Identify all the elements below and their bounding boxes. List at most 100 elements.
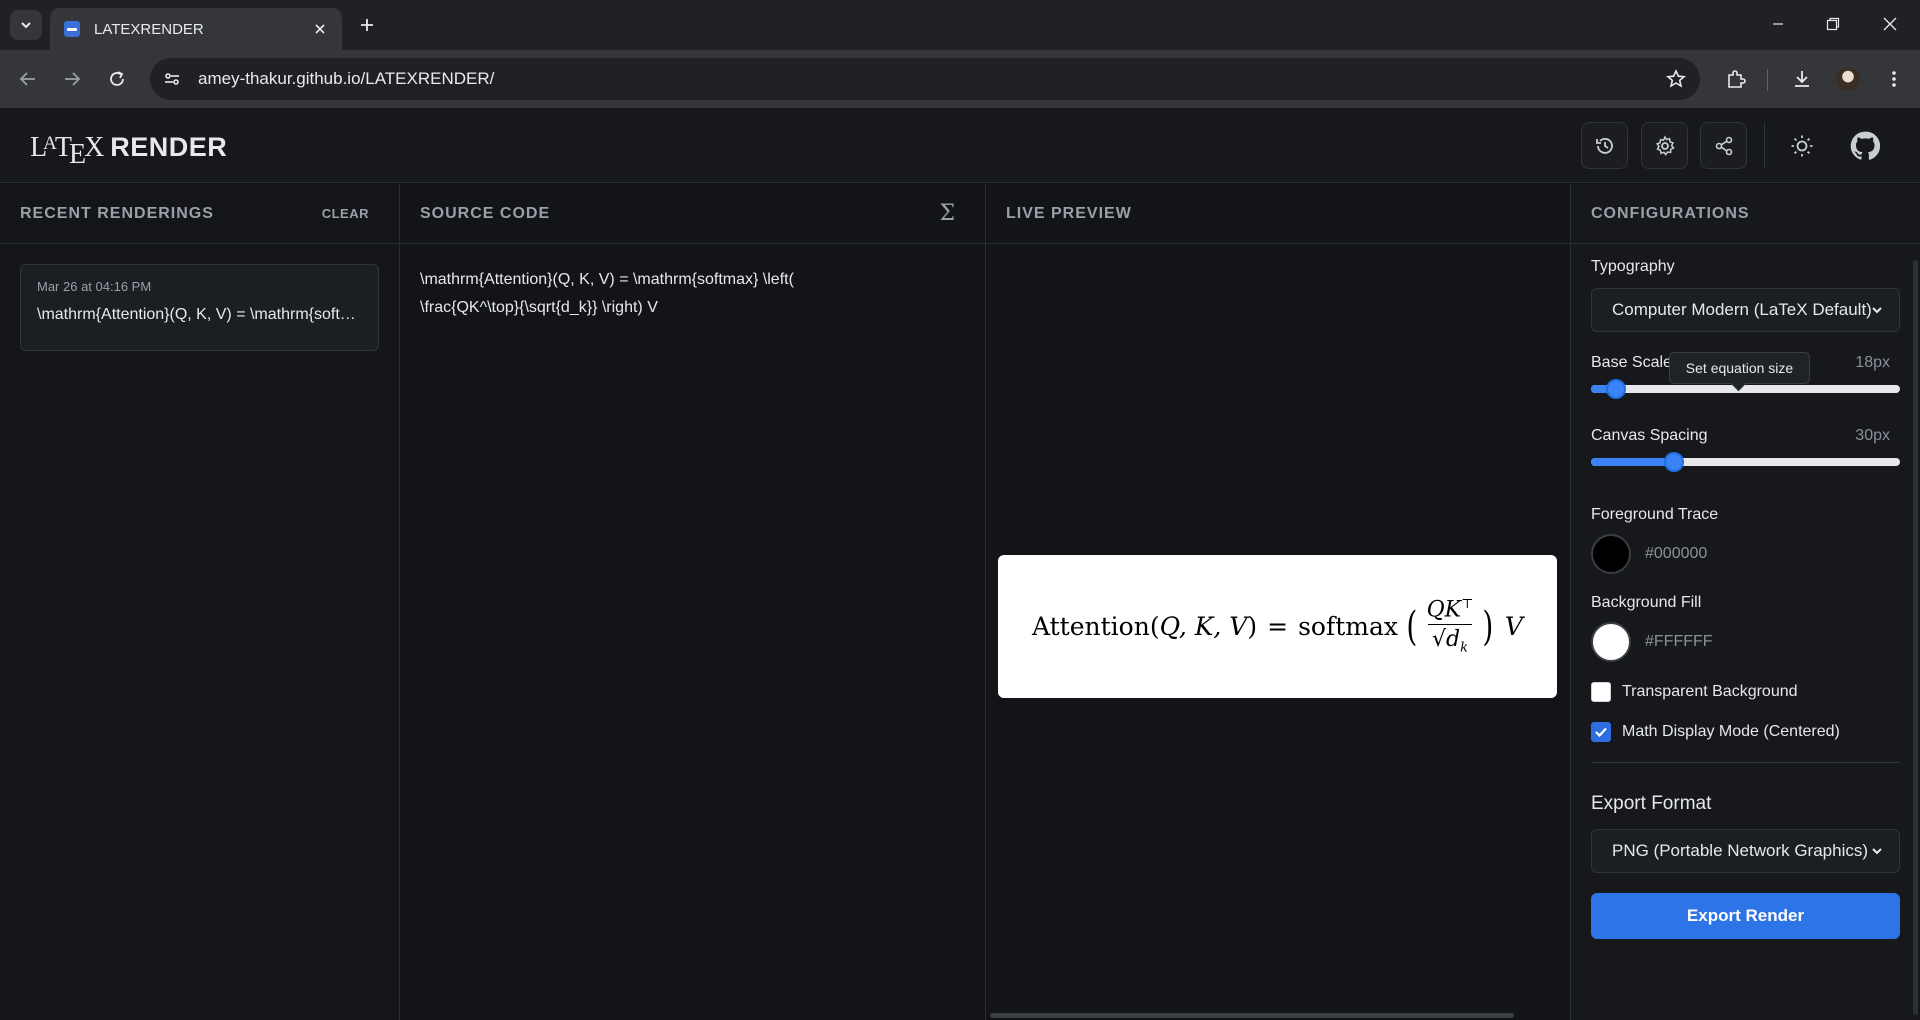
sun-icon xyxy=(1791,135,1812,156)
address-bar[interactable]: amey-thakur.github.io/LATEXRENDER/ xyxy=(150,58,1700,100)
avatar xyxy=(1836,67,1860,91)
tab-search-button[interactable] xyxy=(10,10,42,40)
eq-den-text: d xyxy=(1445,627,1461,653)
app-logo[interactable]: L A T E X RENDER xyxy=(30,132,228,170)
recent-render-item[interactable]: Mar 26 at 04:16 PM \mathrm{Attention}(Q,… xyxy=(20,264,379,351)
chevron-down-icon xyxy=(1872,307,1882,314)
preview-scrollbar[interactable] xyxy=(990,1013,1514,1018)
arrow-right-icon xyxy=(65,72,81,86)
downloads-button[interactable] xyxy=(1786,63,1818,95)
eq-equals: = xyxy=(1267,612,1289,641)
display-mode-checkbox[interactable] xyxy=(1591,722,1611,742)
preview-panel-title: LIVE PREVIEW xyxy=(1006,204,1132,222)
browser-menu-button[interactable] xyxy=(1878,63,1910,95)
reload-icon xyxy=(110,71,124,86)
toolbar-divider xyxy=(1767,69,1768,91)
history-button[interactable] xyxy=(1581,122,1628,169)
transparent-bg-checkbox[interactable] xyxy=(1591,682,1611,702)
new-tab-button[interactable] xyxy=(353,11,381,39)
theme-toggle-button[interactable] xyxy=(1778,122,1825,169)
foreground-hex[interactable]: #000000 xyxy=(1645,545,1707,563)
preview-panel-header: LIVE PREVIEW xyxy=(986,184,1570,244)
close-icon xyxy=(1883,17,1897,31)
base-scale-slider[interactable] xyxy=(1591,379,1900,399)
eq-rparen: ) xyxy=(1247,612,1258,641)
reload-button[interactable] xyxy=(101,63,133,95)
github-link[interactable] xyxy=(1841,122,1888,169)
canvas-spacing-thumb[interactable] xyxy=(1664,452,1685,472)
canvas-spacing-value: 30px xyxy=(1855,427,1890,444)
restore-button[interactable] xyxy=(1811,8,1855,40)
typography-label: Typography xyxy=(1591,258,1675,275)
checkmark-icon xyxy=(1595,727,1607,738)
profile-button[interactable] xyxy=(1832,63,1864,95)
tab-close-icon[interactable] xyxy=(310,19,330,39)
eq-num-text: QK xyxy=(1426,597,1462,623)
eq-den-sub: k xyxy=(1460,640,1468,656)
config-divider xyxy=(1591,762,1900,763)
background-color-swatch[interactable] xyxy=(1591,622,1631,662)
clear-history-button[interactable]: CLEAR xyxy=(322,206,369,221)
export-format-title: Export Format xyxy=(1591,793,1712,814)
site-settings-icon[interactable] xyxy=(156,63,188,95)
export-format-select[interactable]: PNG (Portable Network Graphics) xyxy=(1591,829,1900,873)
foreground-color-swatch[interactable] xyxy=(1591,534,1631,574)
configurations-panel: CONFIGURATIONS Typography Computer Moder… xyxy=(1571,184,1920,1020)
recent-panel-header: RECENT RENDERINGS CLEAR xyxy=(0,184,399,244)
recent-render-date: Mar 26 at 04:16 PM xyxy=(37,279,152,294)
url-text: amey-thakur.github.io/LATEXRENDER/ xyxy=(198,69,495,88)
bookmark-star-icon[interactable] xyxy=(1658,61,1694,97)
close-window-button[interactable] xyxy=(1868,8,1912,40)
browser-tab[interactable]: LATEXRENDER xyxy=(50,8,342,50)
config-panel-header: CONFIGURATIONS xyxy=(1571,184,1920,244)
transparent-bg-label: Transparent Background xyxy=(1622,683,1798,700)
display-mode-label: Math Display Mode (Centered) xyxy=(1622,723,1840,740)
browser-tab-bar: LATEXRENDER xyxy=(0,0,1920,50)
back-button[interactable] xyxy=(12,63,44,95)
eq-v: V xyxy=(1504,612,1523,641)
eq-softmax: softmax xyxy=(1298,612,1398,641)
chevron-down-icon xyxy=(21,22,31,29)
minimize-button[interactable] xyxy=(1756,8,1800,40)
eq-attention: Attention xyxy=(1032,612,1150,641)
canvas-spacing-slider[interactable] xyxy=(1591,452,1900,472)
eq-sqrt: √ xyxy=(1431,627,1446,653)
eq-fraction: QK⊤ √dk xyxy=(1423,597,1478,656)
restore-icon xyxy=(1826,17,1840,31)
canvas-spacing-label: Canvas Spacing xyxy=(1591,427,1708,444)
config-panel-title: CONFIGURATIONS xyxy=(1591,204,1750,222)
typography-select[interactable]: Computer Modern (LaTeX Default) xyxy=(1591,288,1900,332)
recent-render-code: \mathrm{Attention}(Q, K, V) = \mathrm{so… xyxy=(37,306,362,323)
more-vertical-icon xyxy=(1892,71,1896,87)
share-button[interactable] xyxy=(1700,122,1747,169)
transparent-bg-option[interactable]: Transparent Background xyxy=(1591,682,1900,702)
background-hex[interactable]: #FFFFFF xyxy=(1645,633,1713,651)
canvas-spacing-fill xyxy=(1591,458,1675,466)
display-mode-option[interactable]: Math Display Mode (Centered) xyxy=(1591,722,1900,742)
base-scale-value: 18px xyxy=(1855,354,1890,371)
arrow-left-icon xyxy=(19,72,35,86)
eq-numerator: QK⊤ xyxy=(1423,597,1478,624)
eq-lparen: ( xyxy=(1149,612,1160,641)
base-scale-thumb[interactable] xyxy=(1605,379,1626,399)
github-icon xyxy=(1850,131,1880,160)
sigma-icon[interactable]: Σ xyxy=(939,201,955,226)
settings-button[interactable] xyxy=(1641,122,1688,169)
eq-big-rparen: ) xyxy=(1482,603,1494,650)
tab-title: LATEXRENDER xyxy=(94,20,204,38)
logo-render-word: RENDER xyxy=(110,132,228,162)
app-header: L A T E X RENDER xyxy=(0,108,1920,183)
puzzle-icon xyxy=(1728,70,1746,88)
export-render-button[interactable]: Export Render xyxy=(1591,893,1900,939)
forward-button[interactable] xyxy=(56,63,88,95)
logo-letter-x: X xyxy=(84,132,105,163)
logo-letter-e: E xyxy=(68,139,87,170)
latex-source-editor[interactable]: \mathrm{Attention}(Q, K, V) = \mathrm{so… xyxy=(400,244,985,344)
eq-num-sup: ⊤ xyxy=(1461,597,1474,613)
typography-value: Computer Modern (LaTeX Default) xyxy=(1612,300,1871,319)
browser-toolbar: amey-thakur.github.io/LATEXRENDER/ xyxy=(0,50,1920,108)
chevron-down-icon xyxy=(1872,848,1882,855)
recent-panel-title: RECENT RENDERINGS xyxy=(20,204,214,222)
config-scrollbar[interactable] xyxy=(1913,260,1918,1015)
extensions-button[interactable] xyxy=(1720,63,1752,95)
